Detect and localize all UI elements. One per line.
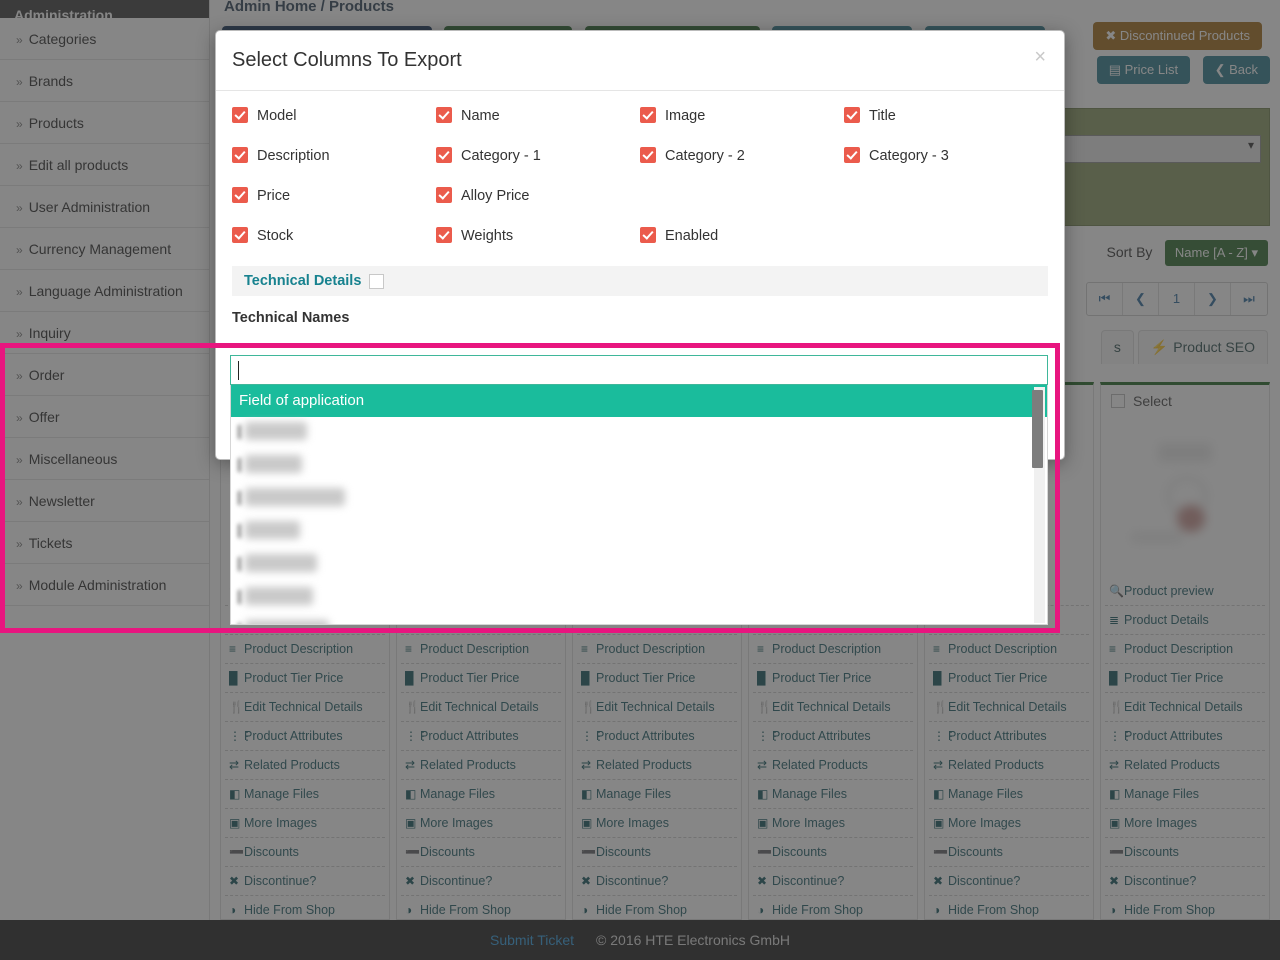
dropdown-option-redacted[interactable] bbox=[231, 549, 1047, 582]
option-text-redacted bbox=[245, 620, 329, 624]
technical-names-label: Technical Names bbox=[232, 310, 350, 326]
technical-details-checkbox[interactable] bbox=[369, 273, 385, 289]
column-option-label: Title bbox=[869, 108, 896, 124]
dropdown-option-redacted[interactable] bbox=[231, 483, 1047, 516]
column-option-empty bbox=[844, 227, 1048, 244]
checkbox-checked-icon[interactable] bbox=[436, 227, 452, 243]
checkbox-checked-icon[interactable] bbox=[436, 187, 452, 203]
option-marker bbox=[238, 458, 241, 472]
checkbox-checked-icon[interactable] bbox=[640, 147, 656, 163]
column-option-category-3[interactable]: Category - 3 bbox=[844, 147, 1048, 164]
technical-names-select: Field of application bbox=[230, 355, 1048, 625]
option-text-redacted bbox=[245, 554, 317, 572]
close-icon[interactable]: × bbox=[1034, 47, 1046, 67]
checkbox-checked-icon[interactable] bbox=[436, 107, 452, 123]
technical-names-search-input[interactable] bbox=[230, 355, 1048, 385]
column-checkbox-grid: Model Name Image Title Description Category -… bbox=[232, 107, 1048, 244]
option-text-redacted bbox=[245, 587, 313, 605]
dropdown-option-redacted[interactable] bbox=[231, 582, 1047, 615]
column-option-label: Description bbox=[257, 148, 330, 164]
column-option-image[interactable]: Image bbox=[640, 107, 844, 124]
column-option-category-2[interactable]: Category - 2 bbox=[640, 147, 844, 164]
checkbox-checked-icon[interactable] bbox=[844, 107, 860, 123]
technical-details-bar: Technical Details bbox=[232, 266, 1048, 296]
column-option-label: Model bbox=[257, 108, 297, 124]
column-option-model[interactable]: Model bbox=[232, 107, 436, 124]
column-option-label: Image bbox=[665, 108, 706, 124]
column-option-label: Alloy Price bbox=[461, 188, 530, 204]
column-option-label: Weights bbox=[461, 228, 514, 244]
column-option-label: Name bbox=[461, 108, 500, 124]
column-option-title[interactable]: Title bbox=[844, 107, 1048, 124]
column-option-empty bbox=[640, 187, 844, 204]
column-option-label: Enabled bbox=[665, 228, 719, 244]
dropdown-option-redacted[interactable] bbox=[231, 516, 1047, 549]
option-marker bbox=[238, 590, 241, 604]
technical-details-label: Technical Details bbox=[244, 273, 362, 289]
dropdown-scrollbar-thumb[interactable] bbox=[1032, 390, 1043, 468]
dropdown-option-redacted[interactable] bbox=[231, 450, 1047, 483]
column-option-stock[interactable]: Stock bbox=[232, 227, 436, 244]
option-marker bbox=[238, 425, 241, 439]
column-option-name[interactable]: Name bbox=[436, 107, 640, 124]
checkbox-checked-icon[interactable] bbox=[232, 147, 248, 163]
column-option-price[interactable]: Price bbox=[232, 187, 436, 204]
option-marker bbox=[238, 557, 241, 571]
dropdown-scrollbar-track[interactable] bbox=[1032, 387, 1045, 623]
column-option-category-1[interactable]: Category - 1 bbox=[436, 147, 640, 164]
column-option-weights[interactable]: Weights bbox=[436, 227, 640, 244]
column-option-label: Category - 3 bbox=[869, 148, 949, 164]
dropdown-option-redacted[interactable] bbox=[231, 417, 1047, 450]
dropdown-option-selected[interactable]: Field of application bbox=[231, 385, 1047, 417]
checkbox-checked-icon[interactable] bbox=[232, 227, 248, 243]
column-option-label: Stock bbox=[257, 228, 294, 244]
option-marker bbox=[238, 524, 241, 538]
dropdown-option-redacted[interactable] bbox=[231, 615, 1047, 624]
column-option-empty bbox=[844, 187, 1048, 204]
technical-names-dropdown: Field of application bbox=[230, 385, 1048, 625]
modal-title: Select Columns To Export bbox=[232, 49, 462, 71]
text-caret bbox=[238, 361, 239, 380]
checkbox-checked-icon[interactable] bbox=[436, 147, 452, 163]
checkbox-checked-icon[interactable] bbox=[640, 227, 656, 243]
column-option-alloy-price[interactable]: Alloy Price bbox=[436, 187, 640, 204]
option-text-redacted bbox=[245, 488, 345, 506]
option-text-redacted bbox=[245, 455, 302, 473]
checkbox-checked-icon[interactable] bbox=[232, 107, 248, 123]
column-option-label: Category - 1 bbox=[461, 148, 541, 164]
column-option-label: Price bbox=[257, 188, 291, 204]
column-option-description[interactable]: Description bbox=[232, 147, 436, 164]
option-marker bbox=[238, 491, 241, 505]
option-text-redacted bbox=[245, 422, 307, 440]
option-marker bbox=[238, 623, 241, 624]
option-text-redacted bbox=[245, 521, 300, 539]
checkbox-checked-icon[interactable] bbox=[640, 107, 656, 123]
column-option-enabled[interactable]: Enabled bbox=[640, 227, 844, 244]
column-option-label: Category - 2 bbox=[665, 148, 745, 164]
modal-body: Model Name Image Title Description Category -… bbox=[216, 91, 1064, 326]
checkbox-checked-icon[interactable] bbox=[232, 187, 248, 203]
checkbox-checked-icon[interactable] bbox=[844, 147, 860, 163]
modal-header: Select Columns To Export × bbox=[216, 31, 1064, 91]
